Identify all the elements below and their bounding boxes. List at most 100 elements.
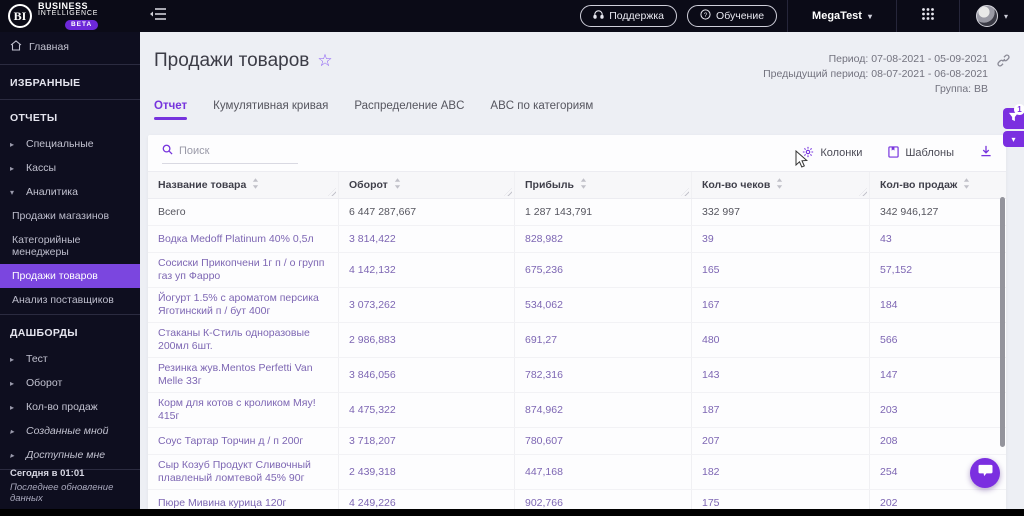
product-name-link[interactable]: Сосиски Прикопчени 1г п / о групп газ уп… bbox=[148, 253, 338, 287]
sidebar-section-favorites[interactable]: ИЗБРАННЫЕ bbox=[0, 67, 140, 97]
product-name-link[interactable]: Резинка жув.Mentos Perfetti Van Melle 33… bbox=[148, 358, 338, 392]
checks-cell: 207 bbox=[691, 428, 869, 454]
sidebar-item-home[interactable]: Главная bbox=[0, 32, 140, 62]
column-label: Кол-во продаж bbox=[880, 179, 958, 191]
sidebar-item-created-by-me[interactable]: ▸ Созданные мной bbox=[0, 419, 140, 443]
sidebar-section-reports: ОТЧЕТЫ bbox=[10, 112, 58, 124]
column-header-checks[interactable]: Кол-во чеков bbox=[691, 172, 869, 198]
table-row[interactable]: Йогурт 1.5% с ароматом персика Яготински… bbox=[148, 288, 1006, 323]
period-text: Период: 07-08-2021 - 05-09-2021 bbox=[828, 53, 988, 65]
column-label: Название товара bbox=[158, 179, 247, 191]
table-row[interactable]: Резинка жув.Mentos Perfetti Van Melle 33… bbox=[148, 358, 1006, 393]
sidebar-group-analytics[interactable]: ▾ Аналитика bbox=[0, 180, 140, 204]
sidebar-item-turnover[interactable]: ▸ Оборот bbox=[0, 371, 140, 395]
sort-icon[interactable] bbox=[580, 178, 587, 192]
table-row[interactable]: Соус Тартар Торчин д / п 200г 3 718,207 … bbox=[148, 428, 1006, 455]
chevron-right-icon: ▸ bbox=[10, 426, 15, 436]
app-logo[interactable]: BI BUSINESS INTELLIGENCE BETA bbox=[0, 0, 140, 32]
chat-button[interactable] bbox=[970, 458, 1000, 488]
chevron-right-icon: ▸ bbox=[10, 163, 15, 173]
sidebar-item-sales-count[interactable]: ▸ Кол-во продаж bbox=[0, 395, 140, 419]
sort-icon[interactable] bbox=[776, 178, 783, 192]
apps-grid-button[interactable] bbox=[897, 7, 959, 26]
product-name-link[interactable]: Корм для котов с кроликом Мяу! 415г bbox=[148, 393, 338, 427]
product-name-link[interactable]: Йогурт 1.5% с ароматом персика Яготински… bbox=[148, 288, 338, 322]
turnover-cell: 2 986,883 bbox=[338, 323, 514, 357]
sidebar-item-supplier-analysis[interactable]: Анализ поставщиков bbox=[0, 288, 140, 312]
total-checks: 332 997 bbox=[691, 199, 869, 225]
column-resize-handle[interactable] bbox=[328, 188, 336, 196]
product-name-link[interactable]: Водка Medoff Platinum 40% 0,5л bbox=[148, 226, 338, 252]
chevron-right-icon: ▸ bbox=[10, 378, 15, 388]
collapse-header-button[interactable]: ▾ bbox=[1003, 131, 1024, 147]
table-row[interactable]: Стаканы К-Стиль одноразовые 200мл 6шт. 2… bbox=[148, 323, 1006, 358]
sidebar-divider bbox=[0, 99, 140, 100]
sort-icon[interactable] bbox=[252, 178, 259, 192]
favorite-star-icon[interactable]: ☆ bbox=[317, 51, 332, 71]
account-name: MegaTest bbox=[812, 10, 862, 22]
dashboard-label: Доступные мне bbox=[26, 449, 106, 461]
last-update-caption: Последнее обновление данных bbox=[10, 482, 114, 504]
column-resize-handle[interactable] bbox=[859, 188, 867, 196]
profit-cell: 780,607 bbox=[514, 428, 691, 454]
profit-cell: 782,316 bbox=[514, 358, 691, 392]
chevron-down-icon: ▾ bbox=[1011, 134, 1016, 144]
sidebar-item-available-to-me[interactable]: ▸ Доступные мне bbox=[0, 443, 140, 467]
turnover-cell: 3 846,056 bbox=[338, 358, 514, 392]
column-header-turnover[interactable]: Оборот bbox=[338, 172, 514, 198]
report-card: Колонки Шаблоны Название товара Оборот bbox=[148, 135, 1006, 516]
training-button[interactable]: ? Обучение bbox=[687, 5, 778, 27]
column-header-name[interactable]: Название товара bbox=[148, 172, 338, 198]
column-header-profit[interactable]: Прибыль bbox=[514, 172, 691, 198]
dashboard-label: Оборот bbox=[26, 377, 63, 389]
table-row[interactable]: Сосиски Прикопчени 1г п / о групп газ уп… bbox=[148, 253, 1006, 288]
column-resize-handle[interactable] bbox=[504, 188, 512, 196]
product-name-link[interactable]: Сыр Козуб Продукт Сливочный плавленый ло… bbox=[148, 455, 338, 489]
user-menu[interactable]: ▾ bbox=[960, 5, 1024, 27]
templates-button[interactable]: Шаблоны bbox=[888, 145, 954, 161]
sidebar-item-store-sales[interactable]: Продажи магазинов bbox=[0, 204, 140, 228]
product-name-link[interactable]: Стаканы К-Стиль одноразовые 200мл 6шт. bbox=[148, 323, 338, 357]
columns-button[interactable]: Колонки bbox=[802, 146, 862, 161]
turnover-cell: 3 718,207 bbox=[338, 428, 514, 454]
sidebar-item-test[interactable]: ▸ Тест bbox=[0, 347, 140, 371]
search-input[interactable] bbox=[179, 145, 289, 157]
column-header-sales[interactable]: Кол-во продаж bbox=[869, 172, 1006, 198]
sales-cell: 43 bbox=[869, 226, 1006, 252]
download-button[interactable] bbox=[980, 144, 992, 162]
logo-line1: BUSINESS bbox=[38, 1, 89, 11]
sidebar-section-dashboards: ДАШБОРДЫ bbox=[10, 327, 78, 339]
sort-icon[interactable] bbox=[963, 178, 970, 192]
support-button[interactable]: Поддержка bbox=[580, 5, 678, 27]
sales-cell: 57,152 bbox=[869, 253, 1006, 287]
template-icon bbox=[888, 145, 900, 161]
table-row[interactable]: Корм для котов с кроликом Мяу! 415г 4 47… bbox=[148, 393, 1006, 428]
home-label: Главная bbox=[29, 41, 69, 53]
tab-abc-distribution[interactable]: Распределение ABC bbox=[354, 100, 464, 120]
share-link-icon[interactable] bbox=[997, 54, 1010, 72]
sidebar-item-category-managers[interactable]: Категорийные менеджеры bbox=[0, 228, 140, 264]
sidebar-group-kassy[interactable]: ▸ Кассы bbox=[0, 156, 140, 180]
table-row[interactable]: Сыр Козуб Продукт Сливочный плавленый ло… bbox=[148, 455, 1006, 490]
search-icon bbox=[162, 142, 173, 160]
main-content: Продажи товаров ☆ Период: 07-08-2021 - 0… bbox=[140, 32, 1024, 516]
table-row[interactable]: Водка Medoff Platinum 40% 0,5л 3 814,422… bbox=[148, 226, 1006, 253]
filters-button[interactable]: 1 bbox=[1003, 104, 1024, 129]
training-label: Обучение bbox=[716, 10, 765, 22]
sidebar-item-product-sales[interactable]: Продажи товаров bbox=[0, 264, 140, 288]
account-menu[interactable]: MegaTest ▾ bbox=[788, 10, 896, 22]
product-name-link[interactable]: Соус Тартар Торчин д / п 200г bbox=[148, 428, 338, 454]
group-text: Группа: BB bbox=[934, 83, 988, 95]
column-label: Прибыль bbox=[525, 179, 574, 191]
column-resize-handle[interactable] bbox=[681, 188, 689, 196]
sort-icon[interactable] bbox=[394, 178, 401, 192]
tab-abc-by-category[interactable]: ABC по категориям bbox=[490, 100, 593, 120]
table-scrollbar[interactable] bbox=[1000, 197, 1005, 447]
tab-report[interactable]: Отчет bbox=[154, 100, 188, 120]
download-icon bbox=[980, 144, 992, 162]
dashboard-label: Тест bbox=[26, 353, 48, 365]
chevron-right-icon: ▸ bbox=[10, 354, 15, 364]
menu-fold-icon[interactable] bbox=[150, 7, 166, 26]
sidebar-group-special[interactable]: ▸ Специальные bbox=[0, 132, 140, 156]
tab-cumulative-curve[interactable]: Кумулятивная кривая bbox=[213, 100, 328, 120]
